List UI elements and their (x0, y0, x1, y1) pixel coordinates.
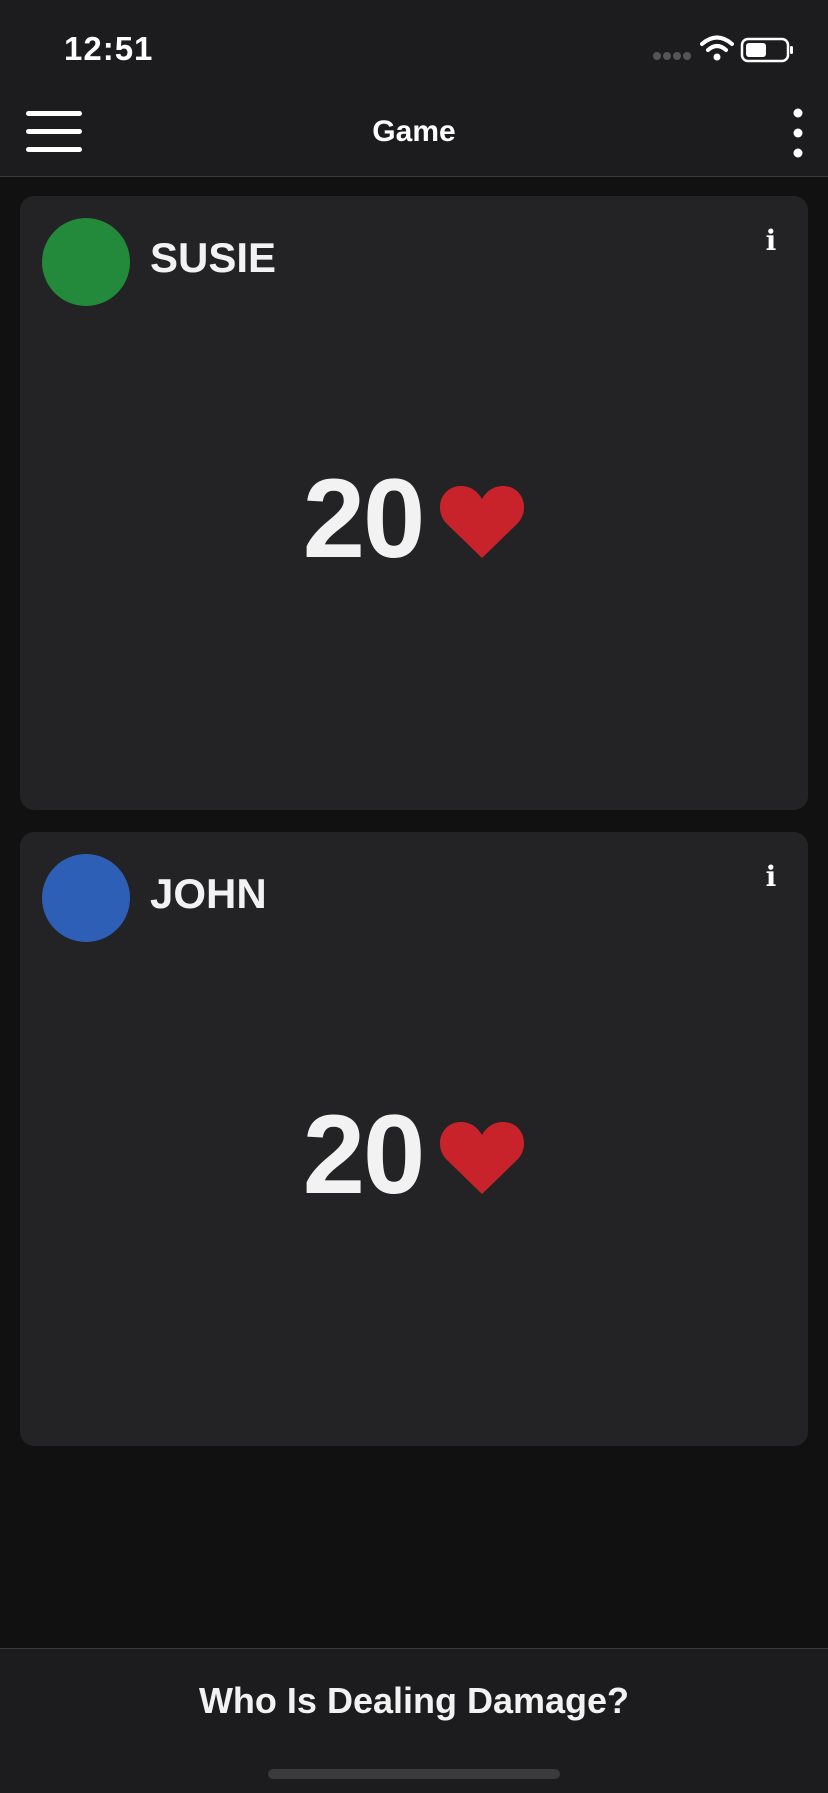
player-color-avatar (42, 854, 130, 942)
info-icon[interactable]: i (756, 226, 786, 256)
player-name: SUSIE (150, 234, 277, 281)
life-total: 20 (302, 1092, 426, 1217)
heart-icon (440, 1122, 525, 1194)
page-title: Game (372, 115, 456, 148)
cellular-signal-icon (653, 52, 691, 60)
nav-bar: Game (0, 88, 828, 177)
status-time: 12:51 (64, 30, 154, 67)
hamburger-menu-icon[interactable] (24, 108, 86, 156)
battery-icon (740, 37, 793, 63)
player-card-susie[interactable]: SUSIE i 20 (20, 196, 808, 810)
life-display: 20 (20, 1092, 808, 1217)
who-is-dealing-damage-button[interactable]: Who Is Dealing Damage? (0, 1649, 828, 1753)
life-display: 20 (20, 456, 808, 581)
bottom-bar: Who Is Dealing Damage? (0, 1648, 828, 1793)
player-card-john[interactable]: JOHN i 20 (20, 832, 808, 1446)
life-total: 20 (302, 456, 426, 581)
player-name: JOHN (150, 870, 267, 917)
more-options-icon[interactable] (778, 106, 818, 160)
player-color-avatar (42, 218, 130, 306)
status-bar: 12:51 (0, 0, 828, 88)
info-icon[interactable]: i (756, 862, 786, 892)
home-indicator (268, 1769, 560, 1779)
heart-icon (440, 486, 525, 558)
wifi-icon (700, 35, 734, 61)
